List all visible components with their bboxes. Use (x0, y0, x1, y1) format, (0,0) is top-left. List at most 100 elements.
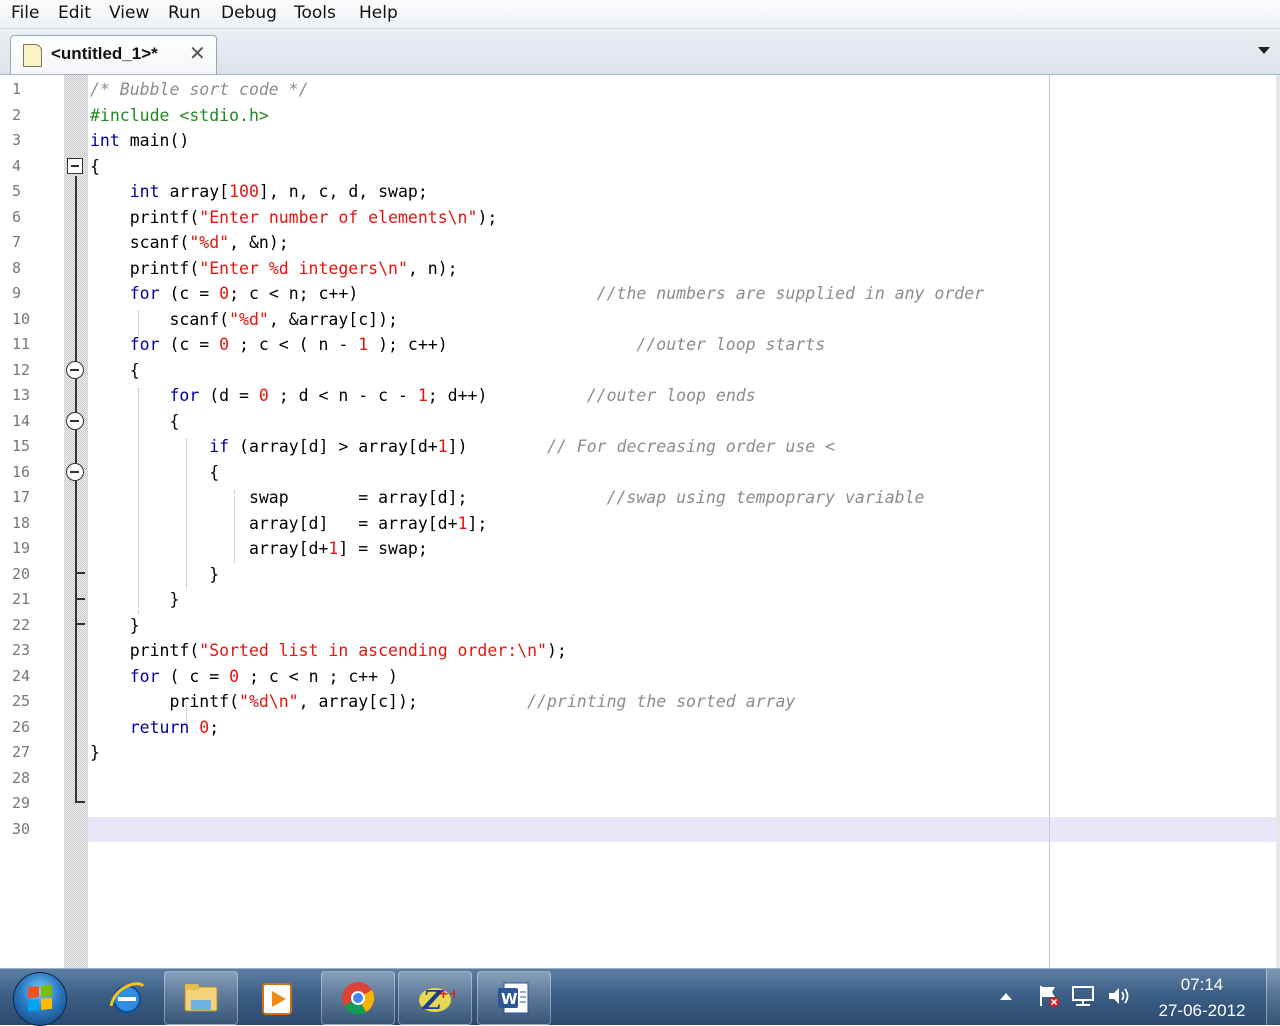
line-number: 24 (12, 666, 31, 685)
taskbar: Z ++ W 07:14 27-06-2012 (0, 968, 1280, 1026)
menu-help[interactable]: Help (357, 3, 400, 23)
tab-untitled-1[interactable]: <untitled_1>* ✕ (10, 35, 217, 74)
code-token: int (90, 131, 120, 150)
code-token: 0 (199, 717, 210, 737)
taskbar-media-player[interactable] (240, 971, 314, 1025)
code-token: return (129, 717, 190, 737)
menu-tools[interactable]: Tools (292, 3, 338, 23)
word-icon: W (498, 982, 529, 1014)
code-line: for (c = 0; c < n; c++) //the numbers ar… (90, 281, 984, 306)
code-token: 1 (358, 335, 369, 354)
start-button[interactable] (13, 972, 67, 1026)
code-token: printf( (90, 692, 240, 711)
line-number: 8 (12, 258, 22, 277)
long-line-edge-marker (1049, 75, 1050, 968)
taskbar-z-plus-plus[interactable]: Z ++ (398, 971, 472, 1025)
fold-end-marker (75, 592, 85, 600)
line-number: 23 (12, 641, 31, 659)
fold-collapse-icon[interactable] (67, 158, 83, 174)
code-line: scanf("%d", &n); (90, 230, 289, 255)
code-line: } (90, 740, 100, 765)
action-center-flag-icon[interactable] (1036, 983, 1062, 1009)
code-editor[interactable]: 1 2 3 4 5 6 7 8 9 10 11 12 13 14 15 16 17 18 19 20 21 22 23 24 2… (0, 75, 1276, 968)
taskbar-windows-explorer[interactable] (164, 971, 238, 1025)
clock-date[interactable]: 27-06-2012 (1150, 1001, 1254, 1021)
vertical-scrollbar[interactable] (1276, 75, 1280, 968)
code-token: //the numbers are supplied in any order (596, 284, 985, 303)
code-token: scanf( (90, 233, 190, 252)
line-number: 19 (12, 539, 31, 557)
svg-text:W: W (501, 990, 518, 1008)
volume-icon[interactable] (1106, 983, 1132, 1009)
line-number: 15 (12, 437, 31, 455)
show-desktop-button[interactable] (1266, 969, 1280, 1025)
media-player-icon (262, 983, 292, 1015)
code-line: { (90, 154, 100, 179)
code-token: int (129, 182, 160, 201)
code-token: /* Bubble sort code */ (90, 80, 309, 99)
show-hidden-icons-arrow-icon[interactable] (1000, 993, 1012, 1000)
taskbar-internet-explorer[interactable] (90, 971, 164, 1025)
menu-debug[interactable]: Debug (219, 3, 279, 23)
tab-label: <untitled_1>* (51, 44, 158, 63)
line-number: 21 (12, 590, 31, 608)
close-icon[interactable]: ✕ (189, 41, 206, 65)
code-token: ; c < n; c++) (229, 284, 597, 303)
code-token: 1 (457, 513, 468, 533)
code-token: 1 (417, 386, 428, 405)
menu-run[interactable]: Run (166, 3, 203, 23)
code-line: array[d] = array[d+1]; (90, 511, 487, 536)
code-token: array[d] = array[d+ (90, 513, 458, 533)
code-token: 0 (258, 386, 269, 405)
code-token: ] = swap; (338, 539, 428, 558)
code-token: (c = (159, 335, 220, 354)
code-line: for ( c = 0 ; c < n ; c++ ) (90, 664, 398, 689)
fold-collapse-icon[interactable] (66, 463, 84, 481)
code-token: , &array[c]); (268, 309, 398, 329)
code-token: ; (209, 717, 220, 737)
network-icon[interactable] (1070, 983, 1096, 1009)
document-icon (23, 44, 42, 67)
code-area[interactable]: /* Bubble sort code */ #include <stdio.h>… (88, 75, 1276, 968)
code-token: ; d < n - c - (268, 386, 418, 405)
line-number: 7 (12, 233, 22, 251)
code-line: array[d+1] = swap; (90, 536, 428, 561)
code-token: ]; (467, 513, 488, 533)
code-line: { (90, 409, 179, 434)
line-number: 9 (12, 284, 22, 302)
code-token: { (90, 411, 180, 431)
taskbar-chrome[interactable] (321, 971, 395, 1025)
fold-collapse-icon[interactable] (66, 361, 84, 379)
menu-view[interactable]: View (107, 3, 151, 23)
code-token: for (129, 284, 160, 303)
fold-margin[interactable] (64, 75, 88, 968)
fold-end-marker (75, 566, 85, 574)
code-line: } (90, 587, 179, 612)
code-token: //swap using tempoprary variable (606, 488, 925, 507)
code-token: main() (119, 131, 190, 150)
tab-bar: <untitled_1>* ✕ (0, 29, 1280, 75)
code-token: 1 (328, 539, 339, 558)
line-number: 18 (12, 513, 31, 532)
line-number: 1 (12, 80, 22, 98)
code-token: } (90, 590, 180, 609)
code-line: /* Bubble sort code */ (90, 77, 309, 102)
menu-edit[interactable]: Edit (56, 3, 93, 23)
tab-list-dropdown-icon[interactable] (1258, 47, 1270, 54)
code-token: for (129, 666, 160, 686)
code-token: { (90, 360, 140, 380)
clock-time[interactable]: 07:14 (1150, 975, 1254, 995)
line-number: 14 (12, 411, 31, 430)
line-number: 28 (12, 768, 31, 787)
internet-explorer-icon (109, 982, 145, 1013)
code-token: //outer loop starts (636, 335, 826, 354)
code-line: printf("Sorted list in ascending order:\… (90, 638, 567, 663)
code-token: for (169, 386, 200, 405)
fold-collapse-icon[interactable] (66, 412, 84, 430)
taskbar-word[interactable]: W (477, 971, 551, 1025)
menu-file[interactable]: File (9, 3, 41, 23)
line-number: 27 (12, 743, 31, 761)
code-token: ( c = (159, 666, 230, 686)
